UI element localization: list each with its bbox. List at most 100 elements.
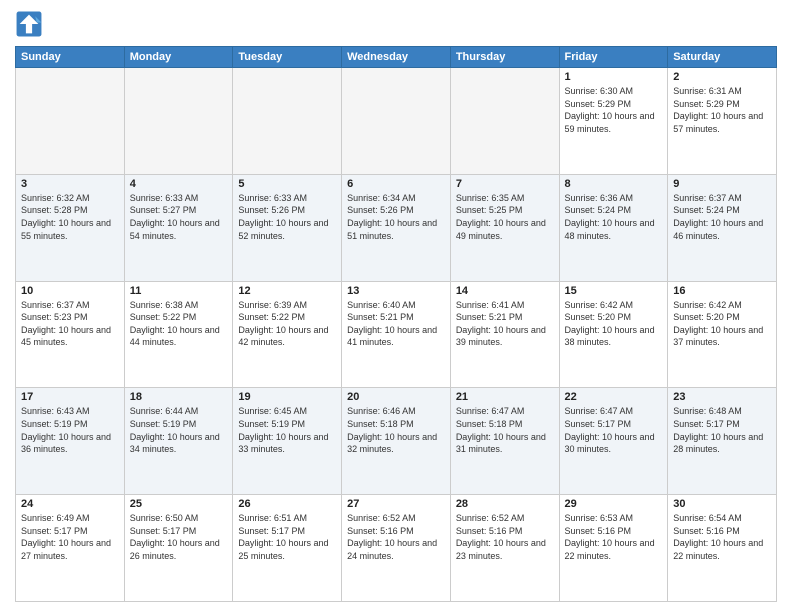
day-number: 9 (673, 178, 771, 190)
day-number: 16 (673, 285, 771, 297)
calendar-cell (450, 68, 559, 175)
day-number: 21 (456, 391, 554, 403)
day-number: 2 (673, 71, 771, 83)
calendar-cell: 28 Sunrise: 6:52 AM Sunset: 5:16 PM Dayli… (450, 495, 559, 602)
calendar-cell: 1 Sunrise: 6:30 AM Sunset: 5:29 PM Daylig… (559, 68, 668, 175)
weekday-header-friday: Friday (559, 47, 668, 68)
day-info: Sunrise: 6:54 AM Sunset: 5:16 PM Dayligh… (673, 512, 771, 562)
day-number: 17 (21, 391, 119, 403)
calendar-cell: 7 Sunrise: 6:35 AM Sunset: 5:25 PM Daylig… (450, 174, 559, 281)
day-number: 6 (347, 178, 445, 190)
day-number: 22 (565, 391, 663, 403)
calendar-cell: 24 Sunrise: 6:49 AM Sunset: 5:17 PM Dayli… (16, 495, 125, 602)
calendar-cell (124, 68, 233, 175)
day-info: Sunrise: 6:45 AM Sunset: 5:19 PM Dayligh… (238, 405, 336, 455)
weekday-header-thursday: Thursday (450, 47, 559, 68)
day-number: 23 (673, 391, 771, 403)
calendar-cell: 6 Sunrise: 6:34 AM Sunset: 5:26 PM Daylig… (342, 174, 451, 281)
calendar-cell: 27 Sunrise: 6:52 AM Sunset: 5:16 PM Dayli… (342, 495, 451, 602)
day-number: 18 (130, 391, 228, 403)
day-number: 20 (347, 391, 445, 403)
weekday-header-monday: Monday (124, 47, 233, 68)
day-number: 1 (565, 71, 663, 83)
day-info: Sunrise: 6:32 AM Sunset: 5:28 PM Dayligh… (21, 192, 119, 242)
day-number: 5 (238, 178, 336, 190)
calendar-cell (342, 68, 451, 175)
calendar-cell: 17 Sunrise: 6:43 AM Sunset: 5:19 PM Dayli… (16, 388, 125, 495)
calendar-cell: 18 Sunrise: 6:44 AM Sunset: 5:19 PM Dayli… (124, 388, 233, 495)
calendar-cell: 26 Sunrise: 6:51 AM Sunset: 5:17 PM Dayli… (233, 495, 342, 602)
day-number: 19 (238, 391, 336, 403)
week-row-4: 24 Sunrise: 6:49 AM Sunset: 5:17 PM Dayli… (16, 495, 777, 602)
day-info: Sunrise: 6:35 AM Sunset: 5:25 PM Dayligh… (456, 192, 554, 242)
day-info: Sunrise: 6:42 AM Sunset: 5:20 PM Dayligh… (565, 299, 663, 349)
day-info: Sunrise: 6:38 AM Sunset: 5:22 PM Dayligh… (130, 299, 228, 349)
day-info: Sunrise: 6:44 AM Sunset: 5:19 PM Dayligh… (130, 405, 228, 455)
calendar-cell: 30 Sunrise: 6:54 AM Sunset: 5:16 PM Dayli… (668, 495, 777, 602)
day-number: 13 (347, 285, 445, 297)
day-info: Sunrise: 6:47 AM Sunset: 5:17 PM Dayligh… (565, 405, 663, 455)
calendar-cell: 15Sunrise: 6:42 AM Sunset: 5:20 PM Dayli… (559, 281, 668, 388)
day-number: 29 (565, 498, 663, 510)
weekday-header-wednesday: Wednesday (342, 47, 451, 68)
weekday-header-sunday: Sunday (16, 47, 125, 68)
day-info: Sunrise: 6:52 AM Sunset: 5:16 PM Dayligh… (347, 512, 445, 562)
day-number: 3 (21, 178, 119, 190)
calendar-cell: 29 Sunrise: 6:53 AM Sunset: 5:16 PM Dayli… (559, 495, 668, 602)
day-number: 28 (456, 498, 554, 510)
day-number: 14 (456, 285, 554, 297)
day-number: 10 (21, 285, 119, 297)
day-number: 11 (130, 285, 228, 297)
week-row-3: 17 Sunrise: 6:43 AM Sunset: 5:19 PM Dayli… (16, 388, 777, 495)
logo-icon (15, 10, 43, 38)
day-info: Sunrise: 6:33 AM Sunset: 5:27 PM Dayligh… (130, 192, 228, 242)
day-info: Sunrise: 6:30 AM Sunset: 5:29 PM Dayligh… (565, 85, 663, 135)
day-number: 12 (238, 285, 336, 297)
day-info: Sunrise: 6:46 AM Sunset: 5:18 PM Dayligh… (347, 405, 445, 455)
day-info: Sunrise: 6:40 AM Sunset: 5:21 PM Dayligh… (347, 299, 445, 349)
weekday-header-tuesday: Tuesday (233, 47, 342, 68)
weekday-header-row: SundayMondayTuesdayWednesdayThursdayFrid… (16, 47, 777, 68)
day-info: Sunrise: 6:33 AM Sunset: 5:26 PM Dayligh… (238, 192, 336, 242)
day-info: Sunrise: 6:43 AM Sunset: 5:19 PM Dayligh… (21, 405, 119, 455)
page: SundayMondayTuesdayWednesdayThursdayFrid… (0, 0, 792, 612)
calendar-cell: 2Sunrise: 6:31 AM Sunset: 5:29 PM Daylig… (668, 68, 777, 175)
week-row-2: 10Sunrise: 6:37 AM Sunset: 5:23 PM Dayli… (16, 281, 777, 388)
day-number: 26 (238, 498, 336, 510)
calendar-cell: 8 Sunrise: 6:36 AM Sunset: 5:24 PM Daylig… (559, 174, 668, 281)
day-info: Sunrise: 6:36 AM Sunset: 5:24 PM Dayligh… (565, 192, 663, 242)
calendar-cell: 4 Sunrise: 6:33 AM Sunset: 5:27 PM Daylig… (124, 174, 233, 281)
calendar-cell: 21 Sunrise: 6:47 AM Sunset: 5:18 PM Dayli… (450, 388, 559, 495)
week-row-0: 1 Sunrise: 6:30 AM Sunset: 5:29 PM Daylig… (16, 68, 777, 175)
calendar-cell: 9 Sunrise: 6:37 AM Sunset: 5:24 PM Daylig… (668, 174, 777, 281)
calendar-table: SundayMondayTuesdayWednesdayThursdayFrid… (15, 46, 777, 602)
week-row-1: 3 Sunrise: 6:32 AM Sunset: 5:28 PM Daylig… (16, 174, 777, 281)
calendar-cell (233, 68, 342, 175)
day-info: Sunrise: 6:50 AM Sunset: 5:17 PM Dayligh… (130, 512, 228, 562)
calendar-cell: 3 Sunrise: 6:32 AM Sunset: 5:28 PM Daylig… (16, 174, 125, 281)
calendar-cell: 23 Sunrise: 6:48 AM Sunset: 5:17 PM Dayli… (668, 388, 777, 495)
day-number: 30 (673, 498, 771, 510)
calendar-cell: 5 Sunrise: 6:33 AM Sunset: 5:26 PM Daylig… (233, 174, 342, 281)
calendar-cell: 10Sunrise: 6:37 AM Sunset: 5:23 PM Dayli… (16, 281, 125, 388)
day-info: Sunrise: 6:47 AM Sunset: 5:18 PM Dayligh… (456, 405, 554, 455)
day-number: 4 (130, 178, 228, 190)
day-info: Sunrise: 6:41 AM Sunset: 5:21 PM Dayligh… (456, 299, 554, 349)
calendar-cell: 14 Sunrise: 6:41 AM Sunset: 5:21 PM Dayli… (450, 281, 559, 388)
day-info: Sunrise: 6:53 AM Sunset: 5:16 PM Dayligh… (565, 512, 663, 562)
day-info: Sunrise: 6:34 AM Sunset: 5:26 PM Dayligh… (347, 192, 445, 242)
day-info: Sunrise: 6:48 AM Sunset: 5:17 PM Dayligh… (673, 405, 771, 455)
day-info: Sunrise: 6:37 AM Sunset: 5:24 PM Dayligh… (673, 192, 771, 242)
day-number: 25 (130, 498, 228, 510)
day-info: Sunrise: 6:52 AM Sunset: 5:16 PM Dayligh… (456, 512, 554, 562)
calendar-cell: 13 Sunrise: 6:40 AM Sunset: 5:21 PM Dayli… (342, 281, 451, 388)
day-number: 7 (456, 178, 554, 190)
day-number: 24 (21, 498, 119, 510)
day-number: 8 (565, 178, 663, 190)
calendar-cell: 22 Sunrise: 6:47 AM Sunset: 5:17 PM Dayli… (559, 388, 668, 495)
day-info: Sunrise: 6:39 AM Sunset: 5:22 PM Dayligh… (238, 299, 336, 349)
day-number: 27 (347, 498, 445, 510)
day-info: Sunrise: 6:42 AM Sunset: 5:20 PM Dayligh… (673, 299, 771, 349)
day-info: Sunrise: 6:51 AM Sunset: 5:17 PM Dayligh… (238, 512, 336, 562)
day-info: Sunrise: 6:49 AM Sunset: 5:17 PM Dayligh… (21, 512, 119, 562)
